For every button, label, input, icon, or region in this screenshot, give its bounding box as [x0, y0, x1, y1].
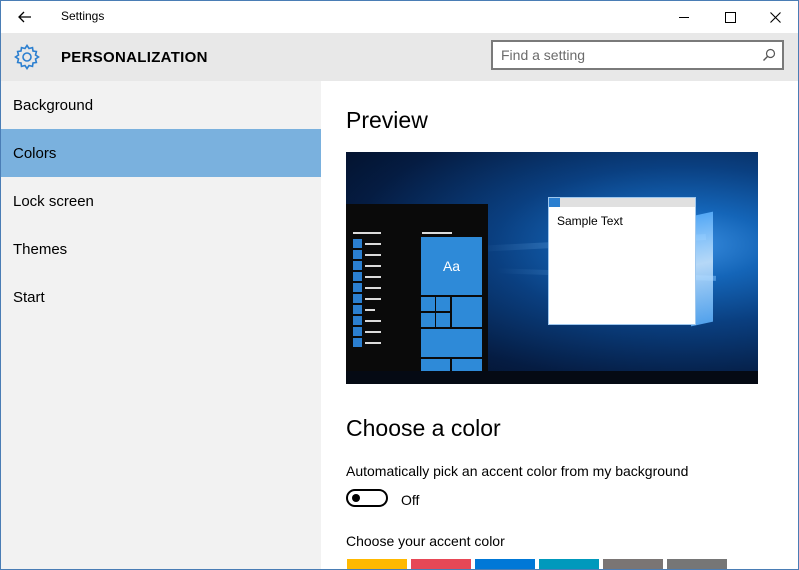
settings-window: Settings PERSONALIZATION Back: [0, 0, 799, 570]
search-box[interactable]: [491, 40, 784, 70]
menu-square: [353, 261, 362, 270]
preview-tile: [421, 359, 450, 371]
menu-line: [365, 309, 375, 311]
accent-swatch-red[interactable]: [411, 559, 471, 569]
menu-square: [353, 305, 362, 314]
preview-image: Aa Sample Text: [346, 152, 758, 384]
preview-taskbar: [346, 371, 758, 384]
close-icon: [769, 11, 781, 23]
auto-accent-toggle[interactable]: [346, 489, 388, 507]
auto-accent-label: Automatically pick an accent color from …: [346, 463, 689, 479]
menu-square: [353, 283, 362, 292]
accent-swatch-blue[interactable]: [475, 559, 535, 569]
menu-square: [353, 316, 362, 325]
sample-window-titlebar: [549, 198, 695, 207]
maximize-button[interactable]: [707, 1, 753, 33]
menu-square: [353, 272, 362, 281]
menu-square: [353, 338, 362, 347]
close-button[interactable]: [752, 1, 798, 33]
tile-text: Aa: [442, 258, 461, 274]
gear-icon: [14, 44, 40, 70]
menu-line: [365, 243, 381, 245]
sidebar-item-label: Start: [13, 288, 45, 306]
main-content: Preview Aa Sample Text Choose a color Au…: [321, 81, 798, 569]
menu-square: [353, 294, 362, 303]
sidebar-item-label: Lock screen: [13, 192, 94, 210]
accent-color-label: Choose your accent color: [346, 533, 505, 549]
preview-tile: [452, 359, 482, 371]
search-icon[interactable]: [762, 48, 776, 62]
preview-sample-window: Sample Text: [548, 197, 696, 325]
preview-tile: [421, 297, 435, 311]
menu-line: [365, 331, 381, 333]
menu-line: [422, 232, 452, 234]
menu-line: [365, 342, 381, 344]
sidebar-item-label: Themes: [13, 240, 68, 258]
page-header: PERSONALIZATION: [1, 33, 798, 81]
minimize-icon: [678, 16, 689, 18]
accent-swatch-teal[interactable]: [539, 559, 599, 569]
minimize-button[interactable]: [661, 1, 707, 33]
menu-line: [365, 276, 381, 278]
back-button[interactable]: [9, 5, 41, 29]
toggle-knob: [352, 494, 360, 502]
menu-line: [365, 320, 381, 322]
sidebar-item-themes[interactable]: Themes: [1, 225, 321, 273]
menu-line: [353, 232, 381, 234]
maximize-icon: [724, 11, 736, 23]
menu-line: [365, 298, 381, 300]
preview-tile: [436, 297, 450, 311]
accent-swatch-yellow[interactable]: [347, 559, 407, 569]
search-input[interactable]: [501, 46, 751, 64]
menu-square: [353, 239, 362, 248]
sidebar-item-lock-screen[interactable]: Lock screen: [1, 177, 321, 225]
sidebar-item-label: Colors: [13, 144, 57, 162]
back-arrow-icon: [18, 11, 31, 23]
preview-tile: [436, 313, 450, 327]
menu-line: [365, 265, 381, 267]
sidebar-item-colors[interactable]: Colors: [1, 129, 321, 177]
menu-square: [353, 250, 362, 259]
preview-tile: [421, 313, 435, 327]
accent-swatch-gray[interactable]: [603, 559, 663, 569]
preview-large-tile: Aa: [421, 237, 482, 295]
window-title: Settings: [61, 9, 105, 23]
preview-tile: [452, 297, 482, 327]
accent-swatch-dark-gray[interactable]: [667, 559, 727, 569]
sidebar-item-start[interactable]: Start: [1, 273, 321, 321]
menu-line: [365, 287, 381, 289]
toggle-state-label: Off: [401, 492, 420, 508]
menu-square: [353, 327, 362, 336]
menu-line: [365, 254, 381, 256]
preview-tile: [421, 329, 482, 357]
sidebar-item-label: Background: [13, 96, 94, 114]
sidebar-item-background[interactable]: Background: [1, 81, 321, 129]
title-bar: Settings: [1, 1, 798, 33]
preview-start-menu: Aa: [346, 204, 488, 371]
choose-color-heading: Choose a color: [346, 415, 501, 441]
sidebar: Background Colors Lock screen Themes Sta…: [1, 81, 321, 569]
page-title: PERSONALIZATION: [61, 49, 208, 66]
preview-heading: Preview: [346, 107, 428, 133]
sample-text: Sample Text: [557, 214, 623, 228]
